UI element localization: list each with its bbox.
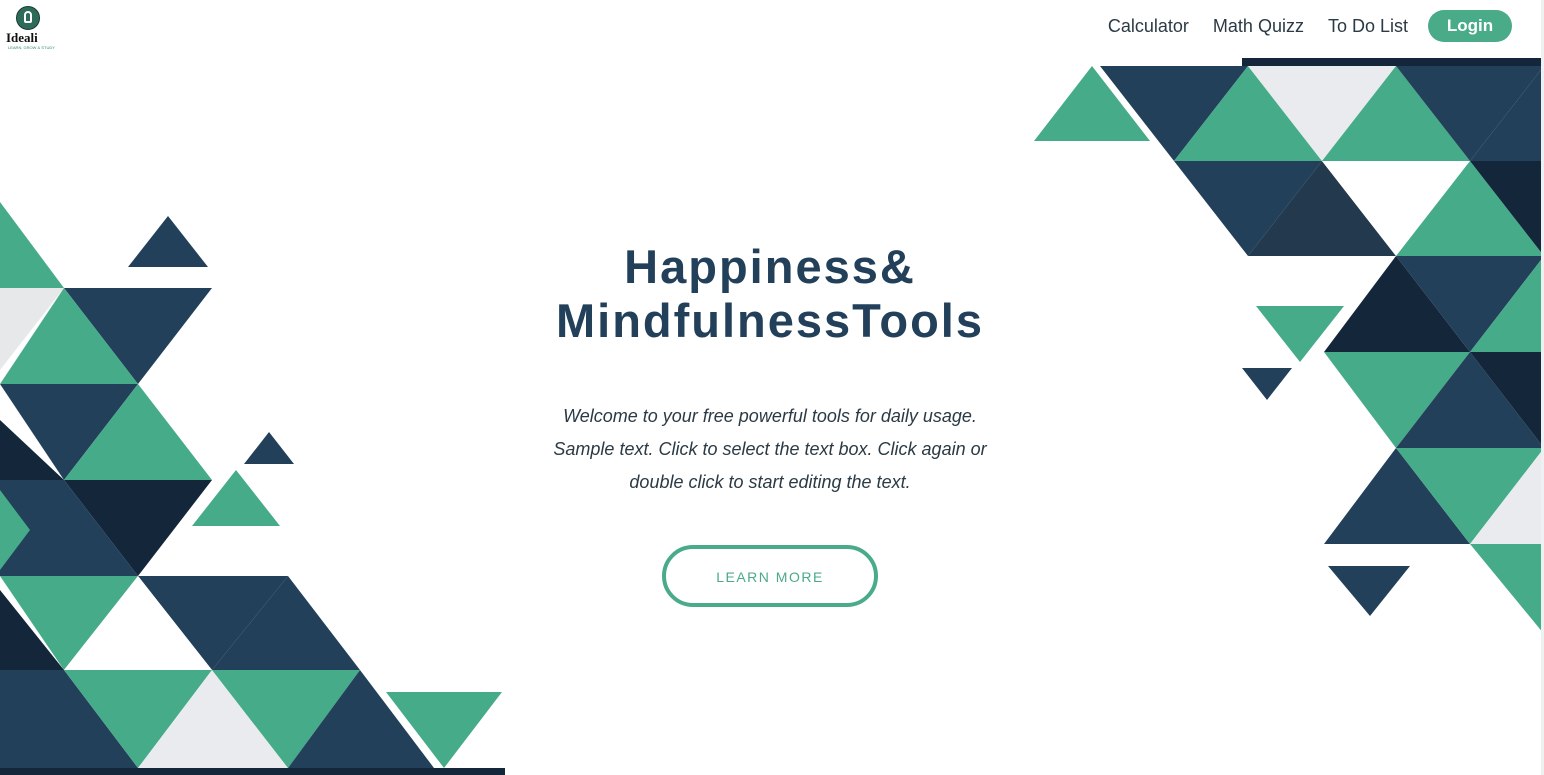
top-header: Ideali LEARN, GROW & STUDY Calculator Ma… (0, 0, 1544, 56)
login-button[interactable]: Login (1428, 10, 1512, 42)
hero-description-line-3: double click to start editing the text. (629, 472, 911, 492)
nav-link-calculator[interactable]: Calculator (1108, 10, 1189, 42)
nav-link-math-quizz[interactable]: Math Quizz (1213, 10, 1304, 42)
brand-logo[interactable]: Ideali LEARN, GROW & STUDY (4, 4, 55, 50)
hero-section: Happiness& MindfulnessTools Welcome to y… (470, 240, 1070, 607)
hero-title-line-2: MindfulnessTools (555, 294, 984, 347)
lightbulb-icon (16, 6, 40, 30)
hero-description: Welcome to your free powerful tools for … (545, 400, 995, 499)
hero-title: Happiness& MindfulnessTools (470, 240, 1070, 348)
hero-description-line-2: Sample text. Click to select the text bo… (553, 439, 987, 459)
brand-name: Ideali (6, 30, 38, 45)
brand-tagline: LEARN, GROW & STUDY (8, 45, 55, 50)
right-triangle-pattern (1034, 58, 1544, 634)
main-nav: Calculator Math Quizz To Do List Login (1084, 10, 1512, 42)
left-triangle-pattern (0, 202, 505, 775)
hero-description-line-1: Welcome to your free powerful tools for … (563, 406, 977, 426)
nav-link-to-do-list[interactable]: To Do List (1328, 10, 1408, 42)
learn-more-button[interactable]: LEARN MORE (662, 545, 878, 607)
hero-title-line-1: Happiness& (624, 240, 916, 293)
